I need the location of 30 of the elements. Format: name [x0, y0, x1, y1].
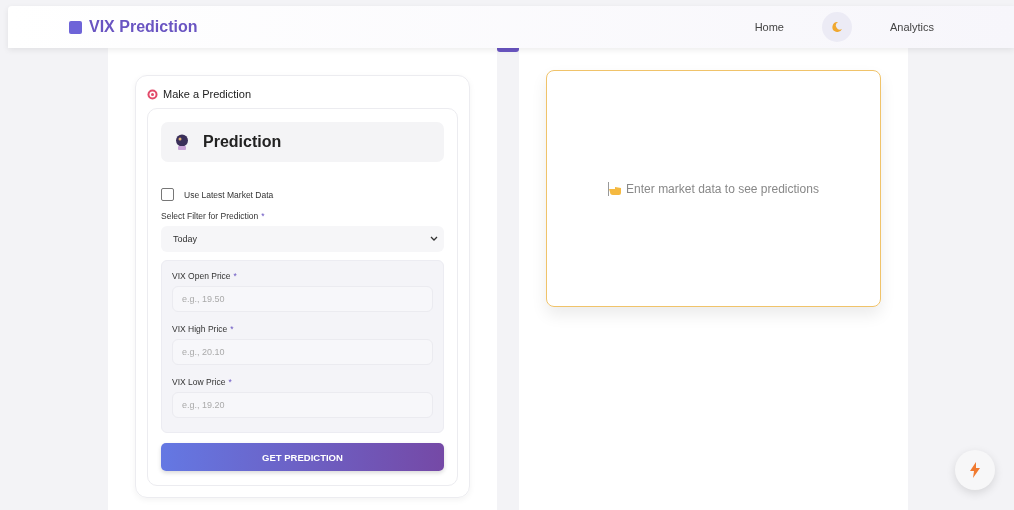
nav-link[interactable]: Home [736, 17, 802, 37]
checkbox-label: Use Latest Market Data [184, 189, 274, 200]
brand-title: VIX Prediction [89, 18, 198, 36]
required-mark: * [228, 377, 232, 387]
field-label: Select Filter for Prediction [161, 211, 259, 221]
required-mark: * [261, 211, 265, 221]
checkbox[interactable] [161, 188, 174, 201]
lightning-icon [970, 462, 980, 478]
required-mark: * [233, 271, 237, 281]
price-input[interactable]: e.g., 19.50 [172, 286, 433, 312]
lightning-button[interactable] [955, 450, 995, 490]
field-label: VIX High Price [172, 324, 228, 334]
required-mark: * [230, 324, 234, 334]
section-heading: Prediction [203, 133, 282, 151]
field-label: VIX Open Price [172, 271, 231, 281]
price-input[interactable]: e.g., 19.20 [172, 392, 433, 418]
chevron-down-icon [430, 236, 438, 242]
moon-icon [830, 21, 843, 33]
square-icon [69, 20, 82, 34]
target-icon [147, 88, 158, 100]
card-title: Make a Prediction [163, 88, 252, 100]
empty-state-message: Enter market data to see predictions [626, 181, 819, 196]
price-input[interactable]: e.g., 20.10 [172, 339, 433, 365]
field-label: VIX Low Price [172, 377, 226, 387]
filter-select[interactable]: Today [161, 226, 444, 252]
nav-link[interactable]: Analytics [871, 17, 952, 37]
get-prediction-button[interactable]: GET PREDICTION [161, 443, 444, 471]
pointing-hand-icon [608, 181, 623, 196]
crystal-ball-icon [175, 134, 189, 150]
theme-toggle[interactable] [821, 12, 852, 42]
